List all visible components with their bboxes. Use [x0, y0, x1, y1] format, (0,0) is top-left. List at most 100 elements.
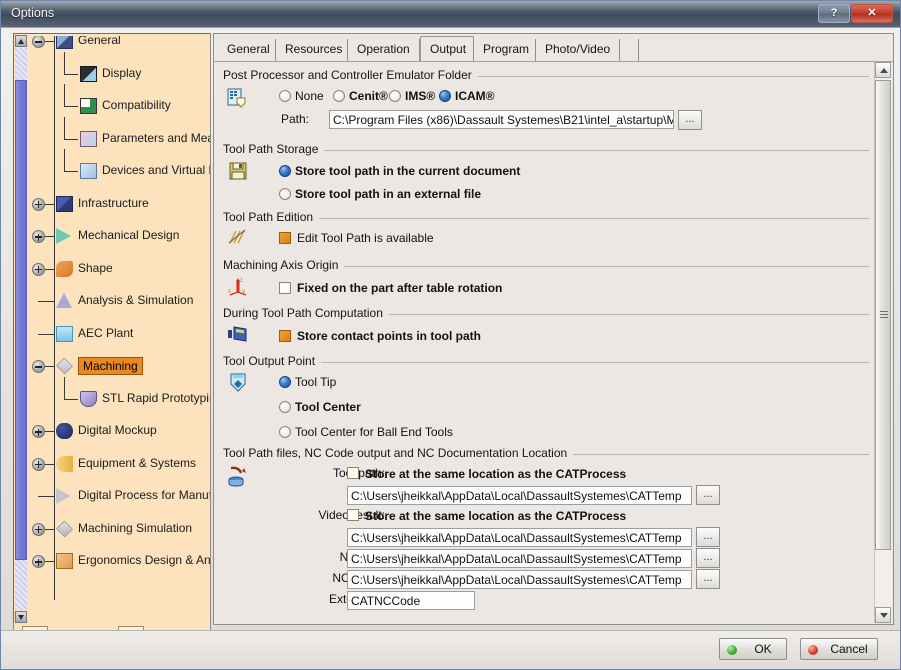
tree-expander-plus-icon[interactable] — [32, 522, 45, 536]
panel-scroll-thumb[interactable] — [875, 80, 891, 550]
tab-general[interactable]: General — [218, 39, 276, 61]
tree-item-label: Machining Simulation — [78, 520, 193, 535]
radio-label: Store tool path in an external file — [295, 187, 482, 201]
tree-item-label: Equipment & Systems — [78, 455, 197, 470]
input-video-result[interactable]: C:\Users\jheikkal\AppData\Local\Dassault… — [347, 528, 692, 547]
panel-scroll-up-button[interactable] — [875, 62, 891, 78]
tree-expander-plus-icon[interactable] — [32, 425, 45, 438]
radio-store-tool-path-in-the-current-document[interactable] — [279, 165, 291, 177]
digital-process-icon — [56, 488, 73, 504]
general-icon — [56, 36, 73, 49]
mechanical-design-icon — [56, 228, 73, 244]
tab-program[interactable]: Program — [474, 39, 536, 61]
store-contact-points-checkbox[interactable] — [279, 330, 291, 342]
tree-expander-plus-icon[interactable] — [32, 262, 45, 276]
tab-resources[interactable]: Resources — [276, 39, 348, 61]
radio-label: ICAM® — [455, 89, 495, 103]
tree-scroll-thumb[interactable] — [15, 80, 27, 560]
tree-expander-plus-icon[interactable] — [32, 230, 45, 243]
tree-expander-plus-icon[interactable] — [32, 197, 45, 211]
cancel-button[interactable]: Cancel — [800, 638, 878, 660]
axis-origin-icon: z x y — [227, 276, 247, 296]
radio-tool-center[interactable] — [279, 401, 291, 413]
tree-item-label: Parameters and Measu — [102, 130, 210, 145]
radio-label: Tool Center for Ball End Tools — [295, 425, 453, 439]
radio-ims[interactable] — [389, 90, 401, 102]
radio-store-tool-path-in-an-external-file[interactable] — [279, 188, 291, 200]
input-nc-code[interactable]: C:\Users\jheikkal\AppData\Local\Dassault… — [347, 570, 692, 589]
tree-item-label: Analysis & Simulation — [78, 293, 194, 307]
group-file-locations: Tool Path files, NC Code output and NC D… — [223, 446, 869, 623]
options-tree-pane: General Display Compatibility Parameters an… — [13, 33, 211, 625]
fixed-on-part-checkbox[interactable] — [279, 282, 291, 294]
parameters-icon — [80, 130, 97, 147]
checkbox-video-result-same-location[interactable] — [347, 509, 359, 521]
checkbox-label-tool-path: Store at the same location as the CATPro… — [365, 467, 627, 481]
tree-connector — [38, 333, 54, 335]
output-tab-panel: Post Processor and Controller Emulator F… — [215, 62, 875, 623]
tree-expander-minus-icon[interactable] — [32, 360, 45, 373]
group-title-during-computation: During Tool Path Computation — [223, 306, 389, 320]
tree-connector — [64, 398, 78, 400]
machining-icon — [56, 357, 73, 375]
post-processor-path-input[interactable]: C:\Program Files (x86)\Dassault Systemes… — [329, 110, 674, 129]
post-processor-browse-button[interactable]: ... — [678, 110, 702, 130]
checkbox-tool-path-same-location[interactable] — [347, 467, 359, 479]
tree-item-label: Digital Process for Manufa — [78, 488, 210, 502]
tree-connector — [38, 496, 54, 497]
tree-scroll-down-button[interactable] — [15, 611, 27, 623]
radio-tool-center-for-ball-end-tools[interactable] — [279, 426, 291, 438]
devices-icon — [80, 163, 97, 179]
tree-item-label: AEC Plant — [78, 325, 134, 340]
tree-expander-plus-icon[interactable] — [32, 555, 45, 568]
browse-button-nc-doc[interactable]: ... — [696, 548, 720, 568]
tree-vertical-scrollbar[interactable] — [14, 34, 28, 624]
tree-connector — [64, 116, 65, 139]
tab-output[interactable]: Output — [420, 36, 474, 61]
radio-cenit[interactable] — [333, 90, 345, 102]
group-title-machining-axis-origin: Machining Axis Origin — [223, 258, 345, 272]
input-extension[interactable]: CATNCCode — [347, 591, 475, 610]
title-bar: Options ? ✕ — [1, 1, 900, 28]
radio-none[interactable] — [279, 90, 291, 102]
group-title-tool-path-edition: Tool Path Edition — [223, 210, 320, 224]
browse-button-tool-path[interactable]: ... — [696, 485, 720, 505]
tree-item-label: Ergonomics Design & Ana — [78, 553, 210, 567]
tree-item-label: General — [78, 36, 121, 47]
radio-tool-tip[interactable] — [279, 376, 291, 388]
input-nc-doc[interactable]: C:\Users\jheikkal\AppData\Local\Dassault… — [347, 549, 692, 568]
ok-bullet-icon — [727, 645, 737, 655]
tree-trunk-line — [54, 36, 55, 600]
close-button[interactable]: ✕ — [851, 4, 893, 23]
input-tool-path[interactable]: C:\Users\jheikkal\AppData\Local\Dassault… — [347, 486, 692, 505]
browse-button-video-result[interactable]: ... — [696, 527, 720, 547]
radio-label: IMS® — [405, 89, 436, 103]
tree-item-label: Compatibility — [102, 98, 171, 112]
fixed-on-part-label: Fixed on the part after table rotation — [297, 281, 503, 295]
tab-photo-video[interactable]: Photo/Video — [536, 39, 620, 61]
panel-vertical-scrollbar[interactable] — [874, 62, 892, 623]
edit-tool-path-checkbox[interactable] — [279, 232, 291, 244]
tree-item-label: Display — [102, 65, 142, 80]
tree-expander-minus-icon[interactable] — [32, 36, 45, 48]
dialog-content: General Display Compatibility Parameters an… — [7, 31, 894, 661]
radio-label: Tool Center — [295, 400, 361, 414]
radio-icam[interactable] — [439, 90, 451, 102]
analysis-icon — [56, 293, 73, 309]
help-button[interactable]: ? — [818, 4, 850, 23]
svg-text:x: x — [228, 289, 231, 295]
radio-label: Tool Tip — [295, 375, 337, 389]
group-tool-path-storage: Tool Path Storage Store tool path in the… — [223, 142, 869, 204]
browse-button-nc-code[interactable]: ... — [696, 569, 720, 589]
tool-output-icon — [229, 372, 249, 392]
ok-button[interactable]: OK — [719, 638, 787, 660]
checkbox-label-video-result: Store at the same location as the CATPro… — [365, 509, 627, 523]
ok-button-label: OK — [754, 642, 772, 656]
svg-text:y: y — [242, 289, 245, 295]
tab-operation[interactable]: Operation — [348, 39, 420, 61]
group-title-file-locations: Tool Path files, NC Code output and NC D… — [223, 446, 574, 460]
tree-expander-plus-icon[interactable] — [32, 457, 45, 471]
tree-item-label: Devices and Virtual Rea — [102, 163, 210, 177]
panel-scroll-down-button[interactable] — [875, 607, 891, 623]
tree-scroll-up-button[interactable] — [15, 35, 27, 47]
